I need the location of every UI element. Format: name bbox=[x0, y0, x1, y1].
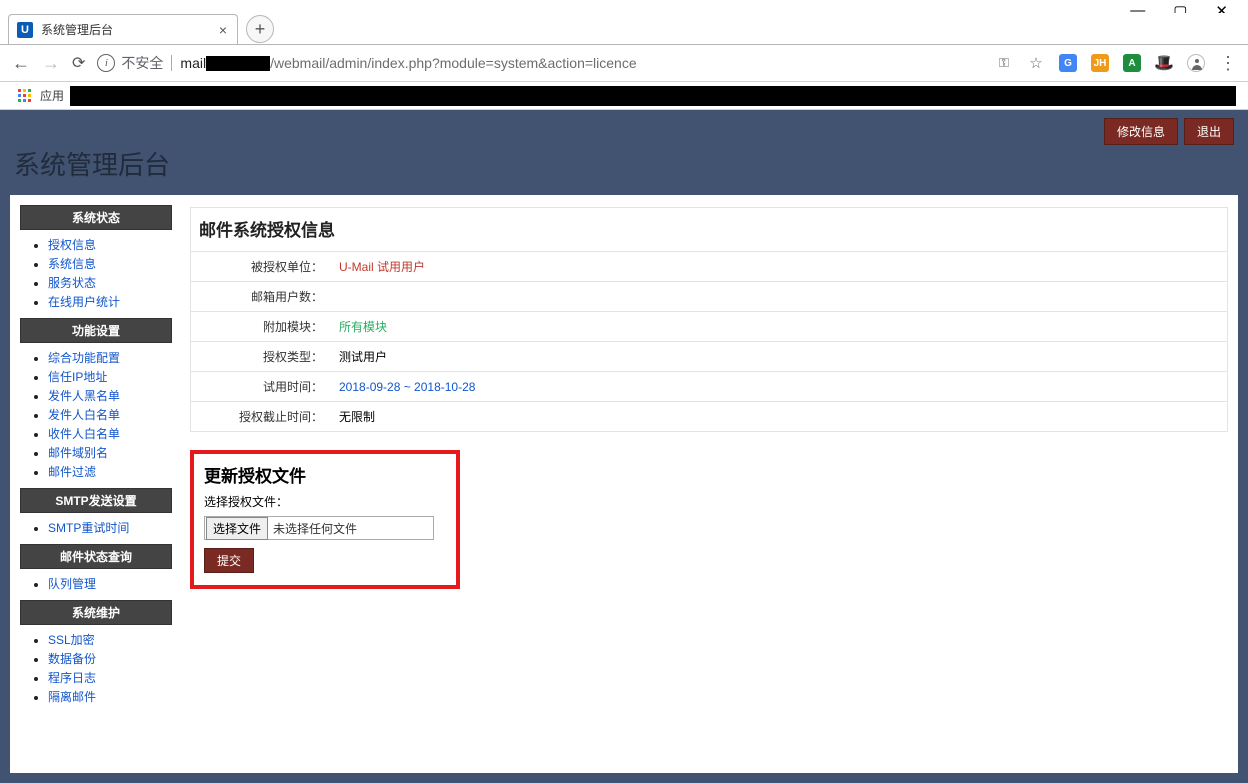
apps-label[interactable]: 应用 bbox=[40, 87, 64, 104]
sidebar-item: 邮件域别名 bbox=[48, 444, 172, 461]
bookmarks-redacted bbox=[70, 86, 1236, 106]
row-label: 授权类型： bbox=[191, 342, 331, 372]
window: — ▢ ✕ U 系统管理后台 × + ← → ⟳ i 不安全 mail/webm… bbox=[0, 0, 1248, 783]
sidebar-item: 发件人黑名单 bbox=[48, 387, 172, 404]
url-host: mail bbox=[180, 55, 206, 71]
row-label: 试用时间： bbox=[191, 372, 331, 402]
extension-a-icon[interactable]: A bbox=[1123, 54, 1141, 72]
sidebar-item: 程序日志 bbox=[48, 669, 172, 686]
license-info-table: 被授权单位：U-Mail 试用用户邮箱用户数：附加模块：所有模块授权类型：测试用… bbox=[191, 251, 1227, 431]
saved-password-icon[interactable]: ⚿ bbox=[995, 54, 1013, 72]
page-viewport: 修改信息 退出 系统管理后台 系统状态 授权信息 系统信息 服务状态 在线用户统… bbox=[0, 110, 1248, 783]
extension-translate-icon[interactable]: G bbox=[1059, 54, 1077, 72]
page-header: 修改信息 退出 系统管理后台 bbox=[0, 110, 1248, 190]
address-bar[interactable]: i 不安全 mail/webmail/admin/index.php?modul… bbox=[97, 49, 983, 77]
row-label: 被授权单位： bbox=[191, 252, 331, 282]
row-label: 邮箱用户数： bbox=[191, 282, 331, 312]
sidebar-item: SMTP重试时间 bbox=[48, 519, 172, 536]
page-title: 系统管理后台 bbox=[14, 145, 170, 182]
new-tab-button[interactable]: + bbox=[246, 15, 274, 43]
sidebar-group-title: SMTP发送设置 bbox=[20, 488, 172, 513]
file-placeholder: 未选择任何文件 bbox=[269, 520, 357, 537]
header-buttons: 修改信息 退出 bbox=[1104, 118, 1234, 145]
bookmarks-bar: 应用 bbox=[0, 82, 1248, 110]
sidebar-group-title: 邮件状态查询 bbox=[20, 544, 172, 569]
license-info-panel: 邮件系统授权信息 被授权单位：U-Mail 试用用户邮箱用户数：附加模块：所有模… bbox=[190, 207, 1228, 432]
sidebar: 系统状态 授权信息 系统信息 服务状态 在线用户统计 功能设置 综合功能配置 信… bbox=[10, 195, 180, 773]
site-info-icon[interactable]: i bbox=[97, 54, 115, 72]
row-label: 授权截止时间： bbox=[191, 402, 331, 432]
main-content: 邮件系统授权信息 被授权单位：U-Mail 试用用户邮箱用户数：附加模块：所有模… bbox=[180, 195, 1238, 773]
update-license-title: 更新授权文件 bbox=[204, 462, 446, 487]
separator bbox=[171, 55, 172, 71]
profile-avatar-icon[interactable] bbox=[1187, 54, 1205, 72]
bookmark-star-icon[interactable]: ☆ bbox=[1027, 54, 1045, 72]
sidebar-item: SSL加密 bbox=[48, 631, 172, 648]
sidebar-item: 队列管理 bbox=[48, 575, 172, 592]
reload-button[interactable]: ⟳ bbox=[72, 53, 85, 73]
back-button[interactable]: ← bbox=[12, 53, 30, 74]
edit-info-button[interactable]: 修改信息 bbox=[1104, 118, 1178, 145]
sidebar-group-title: 功能设置 bbox=[20, 318, 172, 343]
page-body: 系统状态 授权信息 系统信息 服务状态 在线用户统计 功能设置 综合功能配置 信… bbox=[10, 195, 1238, 773]
sidebar-item: 数据备份 bbox=[48, 650, 172, 667]
tab-favicon-icon: U bbox=[17, 22, 33, 38]
table-row: 被授权单位：U-Mail 试用用户 bbox=[191, 252, 1227, 282]
submit-button[interactable]: 提交 bbox=[204, 548, 254, 573]
table-row: 授权截止时间：无限制 bbox=[191, 402, 1227, 432]
menu-button[interactable]: ⋮ bbox=[1219, 53, 1236, 74]
sidebar-group-list: 授权信息 系统信息 服务状态 在线用户统计 bbox=[48, 236, 172, 310]
table-row: 授权类型：测试用户 bbox=[191, 342, 1227, 372]
extension-man-icon[interactable]: 🎩 bbox=[1155, 54, 1173, 72]
sidebar-item: 隔离邮件 bbox=[48, 688, 172, 705]
browser-toolbar: ← → ⟳ i 不安全 mail/webmail/admin/index.php… bbox=[0, 45, 1248, 82]
sidebar-item-service: 服务状态 bbox=[48, 274, 172, 291]
logout-button[interactable]: 退出 bbox=[1184, 118, 1234, 145]
sidebar-item-online: 在线用户统计 bbox=[48, 293, 172, 310]
sidebar-group-list: 综合功能配置 信任IP地址 发件人黑名单 发件人白名单 收件人白名单 邮件域别名… bbox=[48, 349, 172, 480]
titlebar: — ▢ ✕ bbox=[0, 0, 1248, 13]
apps-icon[interactable] bbox=[18, 89, 32, 103]
update-license-label: 选择授权文件： bbox=[204, 493, 446, 510]
row-label: 附加模块： bbox=[191, 312, 331, 342]
sidebar-group-list: 队列管理 bbox=[48, 575, 172, 592]
tab-close-icon[interactable]: × bbox=[219, 22, 227, 38]
not-secure-label: 不安全 bbox=[121, 53, 163, 73]
sidebar-item-license: 授权信息 bbox=[48, 236, 172, 253]
table-row: 附加模块：所有模块 bbox=[191, 312, 1227, 342]
forward-button[interactable]: → bbox=[42, 53, 60, 74]
tabstrip: U 系统管理后台 × + bbox=[0, 13, 1248, 45]
url-redacted bbox=[206, 56, 270, 71]
url-path: /webmail/admin/index.php?module=system&a… bbox=[270, 55, 637, 71]
tab-title: 系统管理后台 bbox=[41, 21, 213, 38]
sidebar-item: 收件人白名单 bbox=[48, 425, 172, 442]
table-row: 邮箱用户数： bbox=[191, 282, 1227, 312]
row-value: U-Mail 试用用户 bbox=[331, 252, 1227, 282]
row-value: 无限制 bbox=[331, 402, 1227, 432]
choose-file-button[interactable]: 选择文件 bbox=[206, 517, 268, 540]
update-license-panel: 更新授权文件 选择授权文件： 选择文件 未选择任何文件 提交 bbox=[190, 450, 460, 589]
row-value bbox=[331, 282, 1227, 312]
tab-active[interactable]: U 系统管理后台 × bbox=[8, 14, 238, 44]
row-value: 2018-09-28 ~ 2018-10-28 bbox=[331, 372, 1227, 402]
sidebar-group-title: 系统维护 bbox=[20, 600, 172, 625]
sidebar-item: 发件人白名单 bbox=[48, 406, 172, 423]
sidebar-group-list: SMTP重试时间 bbox=[48, 519, 172, 536]
sidebar-group-list: SSL加密 数据备份 程序日志 隔离邮件 bbox=[48, 631, 172, 705]
row-value: 测试用户 bbox=[331, 342, 1227, 372]
license-info-title: 邮件系统授权信息 bbox=[191, 208, 1227, 251]
extension-jh-icon[interactable]: JH bbox=[1091, 54, 1109, 72]
sidebar-item-sysinfo: 系统信息 bbox=[48, 255, 172, 272]
sidebar-group-title: 系统状态 bbox=[20, 205, 172, 230]
toolbar-right-icons: ⚿ ☆ G JH A 🎩 ⋮ bbox=[995, 53, 1236, 74]
sidebar-item: 邮件过滤 bbox=[48, 463, 172, 480]
table-row: 试用时间：2018-09-28 ~ 2018-10-28 bbox=[191, 372, 1227, 402]
sidebar-item: 综合功能配置 bbox=[48, 349, 172, 366]
row-value: 所有模块 bbox=[331, 312, 1227, 342]
file-input[interactable]: 选择文件 未选择任何文件 bbox=[204, 516, 434, 540]
sidebar-item: 信任IP地址 bbox=[48, 368, 172, 385]
